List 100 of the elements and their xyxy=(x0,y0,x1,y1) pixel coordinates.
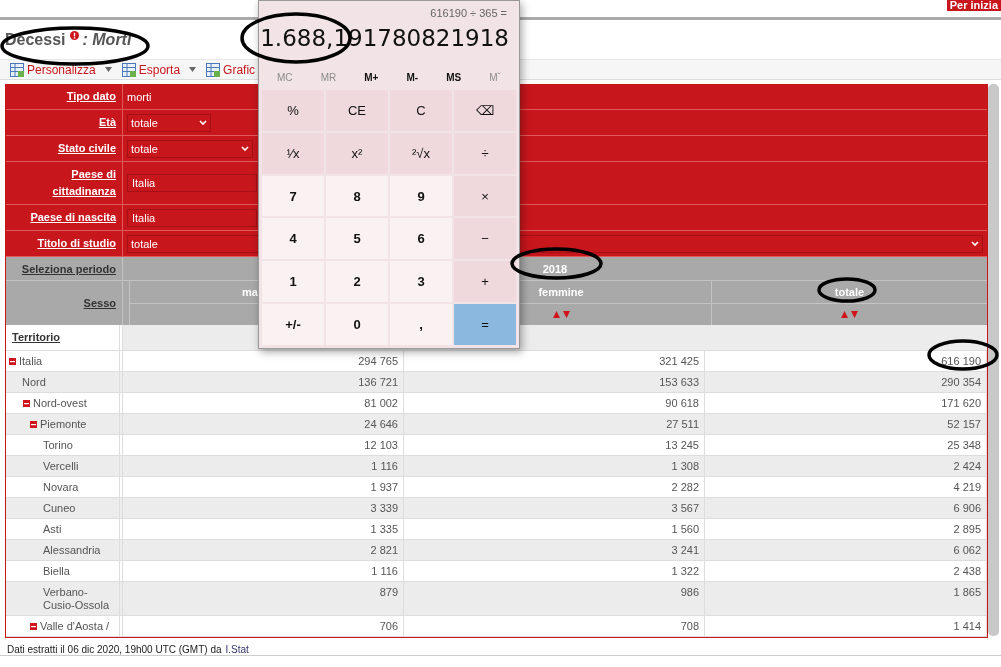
territory-name: Nord-ovest xyxy=(33,397,87,410)
toolbar-button[interactable]: Esporta xyxy=(121,62,197,77)
table-cell: 290 354 xyxy=(941,376,981,388)
calc-key[interactable]: × xyxy=(454,175,516,217)
collapse-icon[interactable] xyxy=(30,623,37,630)
collapse-icon[interactable] xyxy=(30,421,37,428)
collapse-icon[interactable] xyxy=(9,358,16,365)
column-header: femmine xyxy=(538,286,584,298)
calc-key[interactable]: 6 xyxy=(390,218,452,260)
table-cell: 136 721 xyxy=(358,376,398,388)
period-label[interactable]: Seleziona periodo xyxy=(6,257,123,280)
chevron-icon xyxy=(241,145,249,152)
period-value: 2018 xyxy=(542,263,568,275)
table-cell: 986 xyxy=(680,586,699,598)
table-cell: 153 633 xyxy=(659,376,699,388)
table-cell: 24 646 xyxy=(364,418,398,430)
calc-key[interactable]: ÷ xyxy=(454,132,516,174)
calc-key[interactable]: = xyxy=(454,304,516,345)
calc-key[interactable]: 7 xyxy=(262,175,324,217)
calc-key[interactable]: 8 xyxy=(326,175,388,217)
filter-label[interactable]: Età xyxy=(6,110,123,135)
calc-key[interactable]: +/- xyxy=(262,304,324,345)
table-cell: 706 xyxy=(379,620,398,632)
territory-name: Vercelli xyxy=(42,460,79,473)
memory-button[interactable]: MS xyxy=(440,71,468,84)
calc-expression: 616190 ÷ 365 = xyxy=(430,7,507,19)
table-cell: 294 765 xyxy=(358,355,398,367)
calc-key[interactable]: 0 xyxy=(326,304,388,345)
table-cell: 3 241 xyxy=(671,544,699,556)
calc-key[interactable]: x² xyxy=(326,132,388,174)
table-cell: 879 xyxy=(379,586,398,598)
table-cell: 4 219 xyxy=(953,481,981,493)
page-subtitle: : Morti xyxy=(82,30,132,49)
toolbar-button[interactable]: Grafic xyxy=(206,62,256,77)
calc-key[interactable]: ¹⁄x xyxy=(262,132,324,174)
table-cell: 13 245 xyxy=(665,439,699,451)
input-field[interactable]: Italia xyxy=(127,174,257,192)
toolbar-button[interactable]: Personalizza xyxy=(10,62,112,77)
table-cell: 1 865 xyxy=(953,586,981,598)
table-cell: 90 618 xyxy=(665,397,699,409)
filter-label[interactable]: Tipo dato xyxy=(6,84,123,109)
start-badge[interactable]: Per inizia xyxy=(946,0,1001,11)
table-cell: 6 906 xyxy=(953,502,981,514)
table-cell: 3 339 xyxy=(370,502,398,514)
territory-header[interactable]: Territorio xyxy=(12,331,61,343)
calc-key[interactable]: + xyxy=(454,261,516,303)
dropdown-field[interactable]: totale xyxy=(127,113,211,132)
calc-key[interactable]: 4 xyxy=(262,218,324,260)
filter-label[interactable]: Stato civile xyxy=(6,136,123,161)
table-cell: 25 348 xyxy=(947,439,981,451)
input-field[interactable]: Italia xyxy=(127,208,257,227)
dropdown-field[interactable]: totale xyxy=(127,139,253,158)
filter-label[interactable]: Paese di cittadinanza xyxy=(6,162,123,204)
calc-key[interactable]: ⌫ xyxy=(454,90,516,131)
table-cell: 6 062 xyxy=(953,544,981,556)
memory-button[interactable]: M- xyxy=(400,71,425,84)
calc-key[interactable]: 5 xyxy=(326,218,388,260)
table-cell: 1 308 xyxy=(671,460,699,472)
table-cell: 1 414 xyxy=(953,620,981,632)
table-cell: 1 322 xyxy=(671,565,699,577)
table-cell: 171 620 xyxy=(941,397,981,409)
calc-key[interactable]: − xyxy=(454,218,516,260)
table-icon xyxy=(121,62,136,77)
calc-key[interactable]: 1 xyxy=(262,261,324,303)
info-icon[interactable] xyxy=(69,31,79,40)
table-cell: 52 157 xyxy=(947,418,981,430)
territory-name: Piemonte xyxy=(40,418,87,431)
calc-key[interactable]: CE xyxy=(326,90,388,131)
territory-name: Nord xyxy=(21,376,46,389)
table-cell: 1 335 xyxy=(370,523,398,535)
filter-label[interactable]: Titolo di studio xyxy=(6,231,123,256)
calc-key[interactable]: 3 xyxy=(390,261,452,303)
calc-key[interactable]: 2 xyxy=(326,261,388,303)
ellipse-mark xyxy=(817,277,877,303)
table-cell: 2 424 xyxy=(953,460,981,472)
column-header: totale xyxy=(834,286,865,298)
table-cell: 321 425 xyxy=(659,355,699,367)
calc-key[interactable]: ²√x xyxy=(390,132,452,174)
memory-button[interactable]: M+ xyxy=(358,71,385,84)
table-icon xyxy=(10,62,24,77)
filter-label[interactable]: Paese di nascita xyxy=(6,205,123,230)
territory-name: Cuneo xyxy=(42,502,76,515)
territory-name: Valle d'Aosta / xyxy=(40,620,110,633)
table-cell: 708 xyxy=(680,620,699,632)
territory-name: Alessandria xyxy=(42,544,101,557)
calc-key[interactable]: 9 xyxy=(390,175,452,217)
collapse-icon[interactable] xyxy=(23,400,30,407)
territory-name: Verbano-Cusio-Ossola xyxy=(42,586,111,612)
table-cell: 1 560 xyxy=(671,523,699,535)
calc-key[interactable]: , xyxy=(390,304,452,345)
table-cell: 1 937 xyxy=(370,481,398,493)
calc-key[interactable]: % xyxy=(262,90,324,131)
table-cell: 12 103 xyxy=(364,439,398,451)
table-cell: 2 438 xyxy=(953,565,981,577)
calc-key[interactable]: C xyxy=(390,90,452,131)
territory-name: Asti xyxy=(42,523,62,536)
table-cell: 27 511 xyxy=(666,418,699,430)
table-cell: 2 282 xyxy=(671,481,699,493)
territory-name: Novara xyxy=(42,481,79,494)
source-link[interactable]: I.Stat xyxy=(225,644,249,655)
